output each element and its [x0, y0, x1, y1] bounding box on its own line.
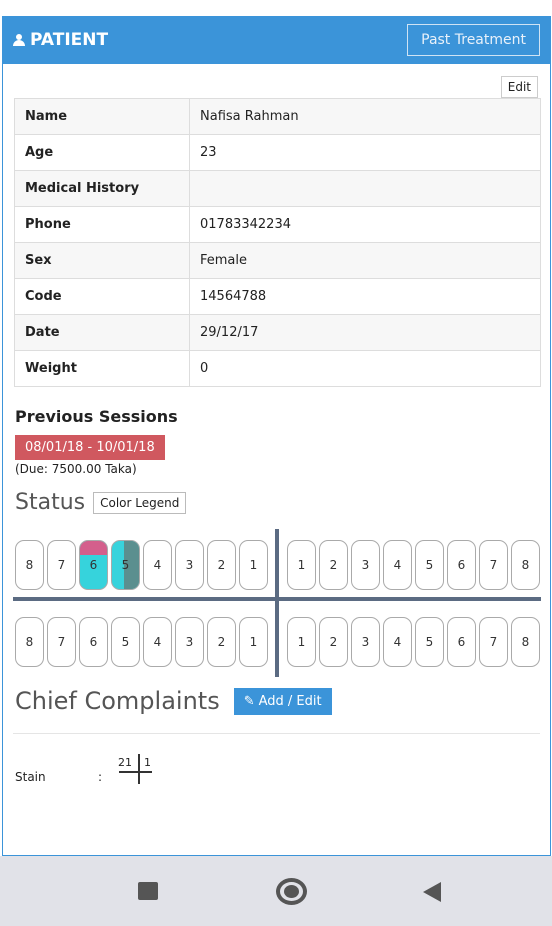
- tooth[interactable]: 1: [287, 540, 316, 590]
- tooth[interactable]: 3: [351, 540, 380, 590]
- user-icon: [13, 34, 25, 46]
- row-value: [189, 170, 541, 207]
- tooth[interactable]: 5: [415, 540, 444, 590]
- row-key: Sex: [14, 242, 190, 279]
- row-value: Female: [189, 242, 541, 279]
- row-key: Medical History: [14, 170, 190, 207]
- table-row: Medical History: [14, 170, 541, 207]
- row-value: 29/12/17: [189, 314, 541, 351]
- tooth[interactable]: 6: [79, 540, 108, 590]
- tooth[interactable]: 4: [383, 617, 412, 667]
- tooth[interactable]: 7: [47, 540, 76, 590]
- tooth[interactable]: 1: [287, 617, 316, 667]
- tooth[interactable]: 5: [111, 617, 140, 667]
- past-treatment-button[interactable]: Past Treatment: [407, 24, 540, 56]
- tooth[interactable]: 6: [447, 540, 476, 590]
- tooth[interactable]: 7: [479, 617, 508, 667]
- tooth[interactable]: 6: [79, 617, 108, 667]
- quadrant-left-label: 21: [118, 756, 132, 769]
- tooth[interactable]: 2: [207, 540, 236, 590]
- tooth[interactable]: 7: [47, 617, 76, 667]
- tooth[interactable]: 8: [15, 617, 44, 667]
- table-row: Sex Female: [14, 242, 541, 279]
- chief-complaints-title: Chief Complaints: [15, 687, 220, 715]
- tooth[interactable]: 3: [175, 540, 204, 590]
- add-edit-button[interactable]: ✎ Add / Edit: [233, 687, 332, 715]
- tooth[interactable]: 5: [415, 617, 444, 667]
- tooth[interactable]: 1: [239, 617, 268, 667]
- tooth[interactable]: 7: [479, 540, 508, 590]
- android-nav-bar: [0, 856, 552, 926]
- back-icon[interactable]: [423, 882, 441, 902]
- recent-apps-icon[interactable]: [138, 882, 158, 900]
- tooth[interactable]: 2: [319, 540, 348, 590]
- edit-icon: ✎: [243, 693, 255, 709]
- row-value: 0: [189, 350, 541, 387]
- tooth[interactable]: 6: [447, 617, 476, 667]
- panel-header: PATIENT Past Treatment: [3, 16, 550, 64]
- tooth[interactable]: 8: [511, 617, 540, 667]
- complaint-colon: :: [98, 770, 103, 784]
- row-key: Code: [14, 278, 190, 315]
- edit-button[interactable]: Edit: [500, 76, 538, 98]
- row-value: 23: [189, 134, 541, 171]
- row-key: Date: [14, 314, 190, 351]
- tooth[interactable]: 5: [111, 540, 140, 590]
- row-key: Weight: [14, 350, 190, 387]
- tooth[interactable]: 3: [351, 617, 380, 667]
- chart-vertical-divider: [275, 529, 279, 677]
- previous-sessions-title: Previous Sessions: [15, 407, 178, 426]
- status-title: Status: [15, 490, 86, 515]
- quadrant-cross-horizontal: [119, 771, 152, 773]
- tooth[interactable]: 2: [319, 617, 348, 667]
- quadrant-right-label: 1: [144, 756, 151, 769]
- panel-title-text: PATIENT: [30, 30, 109, 50]
- tooth[interactable]: 3: [175, 617, 204, 667]
- tooth[interactable]: 2: [207, 617, 236, 667]
- row-value: Nafisa Rahman: [189, 98, 541, 135]
- home-icon[interactable]: [276, 878, 307, 905]
- tooth[interactable]: 8: [511, 540, 540, 590]
- patient-panel: PATIENT Past Treatment Edit Name Nafisa …: [2, 16, 551, 856]
- table-row: Weight 0: [14, 350, 541, 387]
- panel-title: PATIENT: [13, 30, 108, 50]
- table-row: Name Nafisa Rahman: [14, 98, 541, 135]
- color-legend-button[interactable]: Color Legend: [93, 491, 187, 514]
- tooth[interactable]: 1: [239, 540, 268, 590]
- add-edit-label: Add / Edit: [258, 693, 322, 709]
- patient-info-table: Name Nafisa Rahman Age 23 Medical Histor…: [14, 98, 541, 387]
- table-row: Age 23: [14, 134, 541, 171]
- row-key: Name: [14, 98, 190, 135]
- tooth[interactable]: 4: [143, 617, 172, 667]
- tooth[interactable]: 4: [383, 540, 412, 590]
- quadrant-cross-vertical: [138, 754, 140, 784]
- table-row: Date 29/12/17: [14, 314, 541, 351]
- session-badge[interactable]: 08/01/18 - 10/01/18: [15, 435, 165, 460]
- complaint-label: Stain: [15, 770, 46, 784]
- tooth[interactable]: 4: [143, 540, 172, 590]
- table-row: Code 14564788: [14, 278, 541, 315]
- chart-horizontal-divider: [13, 597, 541, 601]
- row-key: Age: [14, 134, 190, 171]
- table-row: Phone 01783342234: [14, 206, 541, 243]
- row-value: 01783342234: [189, 206, 541, 243]
- teeth-chart: 8 7 6 5 4 3 2 1 1 2 3 4 5 6 7 8 8 7 6 5 …: [3, 527, 550, 687]
- row-key: Phone: [14, 206, 190, 243]
- tooth[interactable]: 8: [15, 540, 44, 590]
- due-amount: (Due: 7500.00 Taka): [15, 462, 137, 476]
- row-value: 14564788: [189, 278, 541, 315]
- complaint-item: Stain : 21 1: [3, 734, 550, 794]
